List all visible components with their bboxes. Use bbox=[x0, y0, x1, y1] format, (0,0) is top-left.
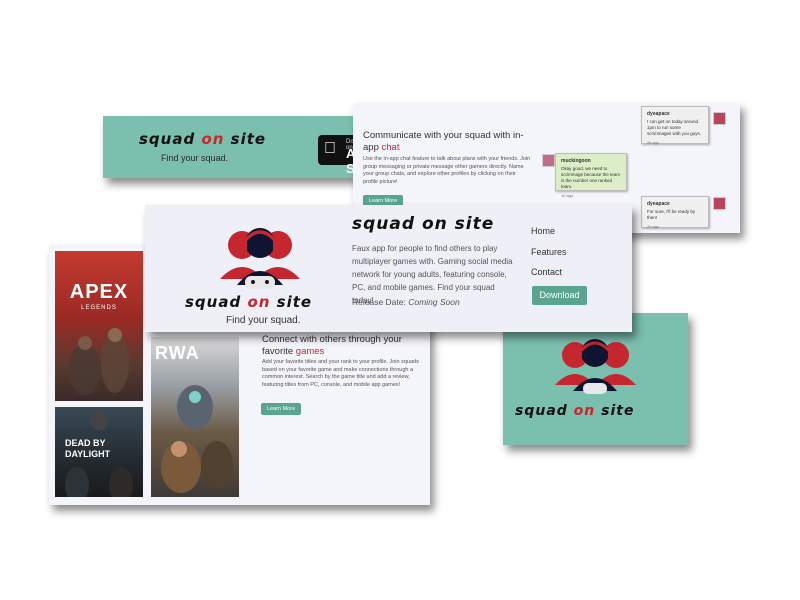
characters-illustration bbox=[161, 385, 233, 493]
overwatch-poster[interactable]: RWA bbox=[151, 337, 239, 497]
nav-features-link[interactable]: Features bbox=[531, 247, 567, 257]
logo-card: squad on site bbox=[503, 313, 688, 445]
main-hero-card: squad on site Find your squad. squad on … bbox=[145, 205, 632, 332]
dead-by-daylight-poster[interactable]: DEAD BY DAYLIGHT bbox=[55, 407, 143, 497]
avatar[interactable] bbox=[713, 197, 726, 210]
avatar[interactable] bbox=[542, 154, 555, 167]
poster-title: DEAD BY bbox=[65, 438, 106, 448]
banner-card: squad on site Find your squad.  Downloa… bbox=[103, 116, 365, 178]
brand-logo-text: squad on site bbox=[139, 130, 267, 148]
squad-mascot-icon bbox=[220, 228, 300, 289]
games-learn-more-button[interactable]: Learn More bbox=[261, 403, 302, 415]
message-time: 2h ago bbox=[647, 224, 660, 229]
characters-illustration bbox=[69, 328, 129, 395]
message-text: Okay good, we need to scrimmage because … bbox=[561, 166, 621, 189]
apex-legends-poster[interactable]: APEX LEGENDS bbox=[55, 251, 143, 401]
avatar[interactable] bbox=[713, 112, 726, 125]
games-description: Add your favorite titles and your rank t… bbox=[262, 359, 419, 388]
release-date: Release Date: Coming Soon bbox=[352, 297, 460, 307]
message-author: dyeapace bbox=[647, 201, 670, 207]
message-author: dyeapace bbox=[647, 111, 670, 117]
message-time: 1h ago bbox=[561, 193, 574, 198]
chat-heading: Communicate with your squad with in-app … bbox=[363, 130, 524, 153]
banner-tagline: Find your squad. bbox=[161, 153, 229, 163]
nav-home-link[interactable]: Home bbox=[531, 226, 555, 236]
message-text: For sure, I'll be ready by then! bbox=[647, 209, 696, 220]
brand-logo-text: squad on site bbox=[185, 293, 313, 311]
nav-contact-link[interactable]: Contact bbox=[531, 267, 562, 277]
main-tagline: Find your squad. bbox=[226, 315, 301, 326]
games-heading: Connect with others through your favorit… bbox=[262, 334, 402, 357]
chat-message: muckingoon Okay good, we need to scrimma… bbox=[555, 153, 627, 198]
message-time: 2h ago bbox=[647, 140, 660, 145]
chat-message: dyeapace For sure, I'll be ready by then… bbox=[641, 196, 709, 229]
download-button[interactable]: Download bbox=[532, 286, 587, 305]
chat-description: Use the in-app chat feature to talk abou… bbox=[363, 156, 531, 185]
brand-logo-text: squad on site bbox=[515, 403, 635, 419]
chat-message: dyeapace I can get on today around 1pm t… bbox=[641, 106, 709, 145]
poster-subtitle: DAYLIGHT bbox=[65, 449, 111, 459]
message-text: I can get on today around 1pm to run som… bbox=[647, 119, 702, 136]
apple-icon:  bbox=[324, 140, 336, 158]
message-author: muckingoon bbox=[561, 158, 591, 164]
page-title: squad on site bbox=[352, 214, 495, 234]
